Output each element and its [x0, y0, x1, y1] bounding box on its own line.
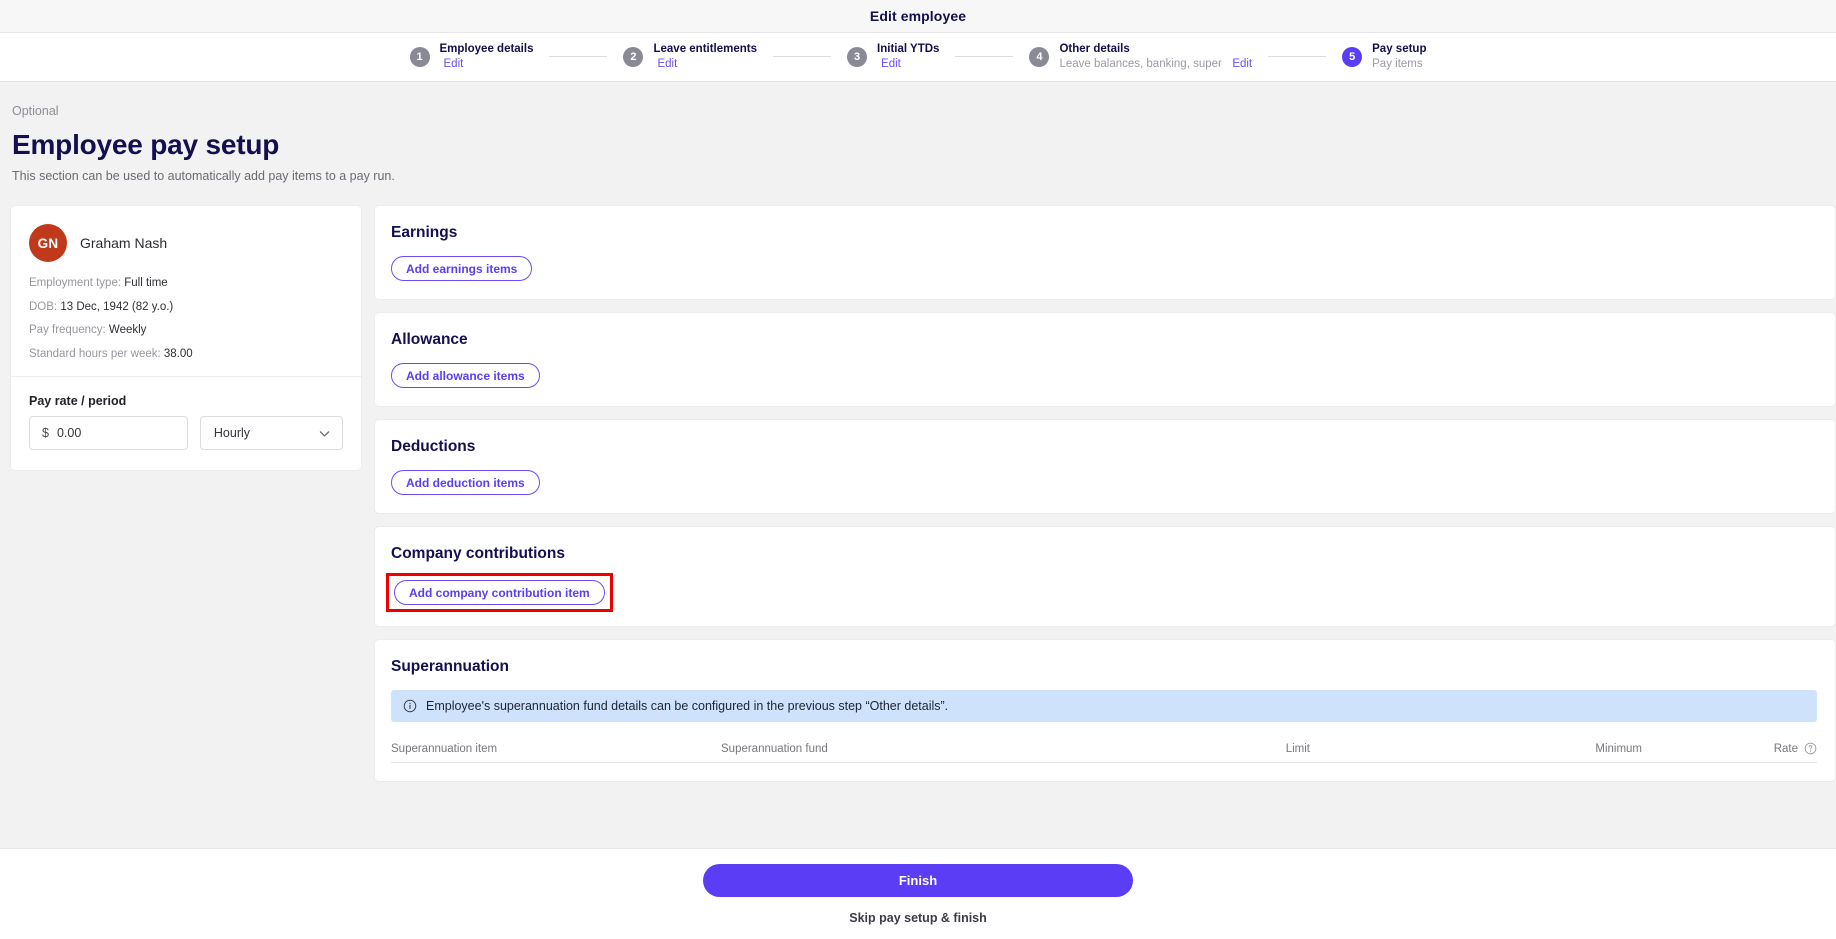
company-contributions-title: Company contributions [391, 545, 565, 562]
stepper-step-employee-details[interactable]: 1 Employee details Edit [409, 43, 534, 72]
column-header-superannuation-item: Superannuation item [391, 743, 498, 755]
step-connector [773, 56, 832, 58]
wizard-footer: Finish Skip pay setup & finish [0, 848, 1836, 939]
skip-pay-setup-link[interactable]: Skip pay setup & finish [849, 911, 987, 925]
wizard-stepper: 1 Employee details Edit 2 Leave entitlem… [0, 33, 1836, 82]
finish-button[interactable]: Finish [703, 864, 1133, 897]
employee-meta-employment-type: Employment type: Full time [29, 277, 343, 290]
employee-name: Graham Nash [80, 235, 168, 251]
content-body: GN Graham Nash Employment type: Full tim… [0, 183, 1836, 782]
currency-symbol: $ [42, 426, 49, 440]
superannuation-table-header: Superannuation item Superannuation fund … [391, 742, 1817, 763]
step-edit-link[interactable]: Edit [881, 58, 901, 70]
window-titlebar: Edit employee [0, 0, 1836, 33]
pay-rate-value: 0.00 [56, 426, 82, 440]
pay-rate-label: Pay rate / period [29, 394, 127, 408]
earnings-title: Earnings [391, 224, 458, 241]
step-number-badge: 4 [1029, 46, 1050, 67]
stepper-step-initial-ytds[interactable]: 3 Initial YTDs Edit [847, 43, 939, 72]
column-header-minimum: Minimum [1595, 743, 1642, 755]
deductions-title: Deductions [391, 438, 476, 455]
stepper-steps: 1 Employee details Edit 2 Leave entitlem… [409, 43, 1426, 72]
pay-items-column: Earnings Add earnings items Allowance Ad… [374, 205, 1836, 782]
step-number-badge: 3 [847, 46, 868, 67]
employee-summary-top: GN Graham Nash Employment type: Full tim… [11, 206, 361, 377]
superannuation-table: Superannuation item Superannuation fund … [391, 742, 1817, 763]
step-sublabel: Pay items [1372, 57, 1423, 70]
allowance-title: Allowance [391, 331, 468, 348]
help-circle-icon[interactable] [1804, 742, 1817, 755]
avatar: GN [29, 224, 67, 262]
add-deduction-items-button[interactable]: Add deduction items [391, 470, 540, 495]
panel-superannuation: Superannuation Employee's superannuation… [374, 639, 1836, 782]
window-title: Edit employee [869, 8, 967, 24]
step-label: Employee details [439, 42, 534, 55]
column-header-superannuation-fund: Superannuation fund [721, 743, 828, 755]
pay-rate-section: Pay rate / period $ 0.00 Hourly [11, 377, 361, 470]
step-number-badge: 1 [409, 46, 430, 67]
step-number-badge: 2 [623, 46, 644, 67]
step-label: Initial YTDs [877, 42, 940, 55]
stepper-step-leave-entitlements[interactable]: 2 Leave entitlements Edit [623, 43, 757, 72]
meta-label: Employment type: [29, 277, 122, 289]
page-subtitle: This section can be used to automaticall… [12, 169, 395, 183]
info-icon [403, 699, 417, 713]
employee-summary-column: GN Graham Nash Employment type: Full tim… [10, 205, 362, 471]
meta-label: Standard hours per week: [29, 347, 161, 360]
column-header-rate-label: Rate [1773, 742, 1798, 755]
step-edit-link[interactable]: Edit [1232, 58, 1252, 70]
panel-allowance: Allowance Add allowance items [374, 312, 1836, 407]
step-label: Other details [1059, 42, 1130, 55]
column-header-rate: Rate [1642, 742, 1817, 755]
superannuation-info-text: Employee's superannuation fund details c… [426, 699, 949, 713]
pay-period-value: Hourly [213, 426, 251, 440]
employee-meta-pay-frequency: Pay frequency: Weekly [29, 324, 343, 337]
meta-label: DOB: [29, 300, 58, 313]
stepper-step-pay-setup[interactable]: 5 Pay setup Pay items [1342, 43, 1426, 72]
add-allowance-items-button[interactable]: Add allowance items [391, 363, 540, 388]
step-edit-link[interactable]: Edit [444, 58, 464, 70]
step-number-badge: 5 [1342, 46, 1363, 67]
step-text: Leave entitlements Edit [653, 43, 757, 72]
meta-value: Weekly [108, 324, 147, 336]
meta-value: 38.00 [163, 347, 193, 360]
meta-label: Pay frequency: [29, 324, 106, 336]
step-label: Leave entitlements [653, 42, 758, 55]
page-header: Optional Employee pay setup This section… [0, 82, 1836, 183]
employee-meta-dob: DOB: 13 Dec, 1942 (82 y.o.) [29, 300, 343, 314]
step-text: Initial YTDs Edit [877, 43, 939, 72]
pay-rate-controls: $ 0.00 Hourly [29, 416, 343, 450]
employee-meta-standard-hours: Standard hours per week: 38.00 [29, 347, 343, 361]
stepper-step-other-details[interactable]: 4 Other details Leave balances, banking,… [1029, 43, 1252, 72]
optional-eyebrow: Optional [12, 104, 59, 118]
content-scroll-region[interactable]: GN Graham Nash Employment type: Full tim… [0, 183, 1836, 823]
meta-value: 13 Dec, 1942 (82 y.o.) [60, 300, 174, 313]
employee-summary-card: GN Graham Nash Employment type: Full tim… [10, 205, 362, 471]
pay-period-select[interactable]: Hourly [199, 416, 343, 450]
panel-deductions: Deductions Add deduction items [374, 419, 1836, 514]
step-text: Employee details Edit [440, 43, 534, 72]
step-connector [549, 56, 608, 58]
step-label: Pay setup [1372, 42, 1427, 55]
chevron-down-icon [319, 430, 330, 437]
step-connector [955, 56, 1014, 58]
add-company-contribution-item-button[interactable]: Add company contribution item [394, 580, 605, 605]
panel-company-contributions: Company contributions Add company contri… [374, 526, 1836, 627]
superannuation-title: Superannuation [391, 658, 509, 675]
column-header-limit: Limit [1285, 743, 1310, 755]
highlight-annotation-box: Add company contribution item [386, 573, 613, 612]
step-edit-link[interactable]: Edit [657, 58, 677, 70]
meta-value: Full time [124, 277, 168, 289]
step-sublabel: Leave balances, banking, super [1059, 57, 1222, 70]
panel-earnings: Earnings Add earnings items [374, 205, 1836, 300]
pay-rate-input[interactable]: $ 0.00 [29, 416, 188, 450]
step-connector [1268, 56, 1327, 58]
superannuation-info-banner: Employee's superannuation fund details c… [391, 690, 1817, 722]
step-text: Other details Leave balances, banking, s… [1059, 43, 1252, 72]
page-title: Employee pay setup [12, 129, 280, 160]
step-text: Pay setup Pay items [1372, 43, 1426, 72]
employee-identity: GN Graham Nash [29, 224, 343, 262]
add-earnings-items-button[interactable]: Add earnings items [391, 256, 533, 281]
